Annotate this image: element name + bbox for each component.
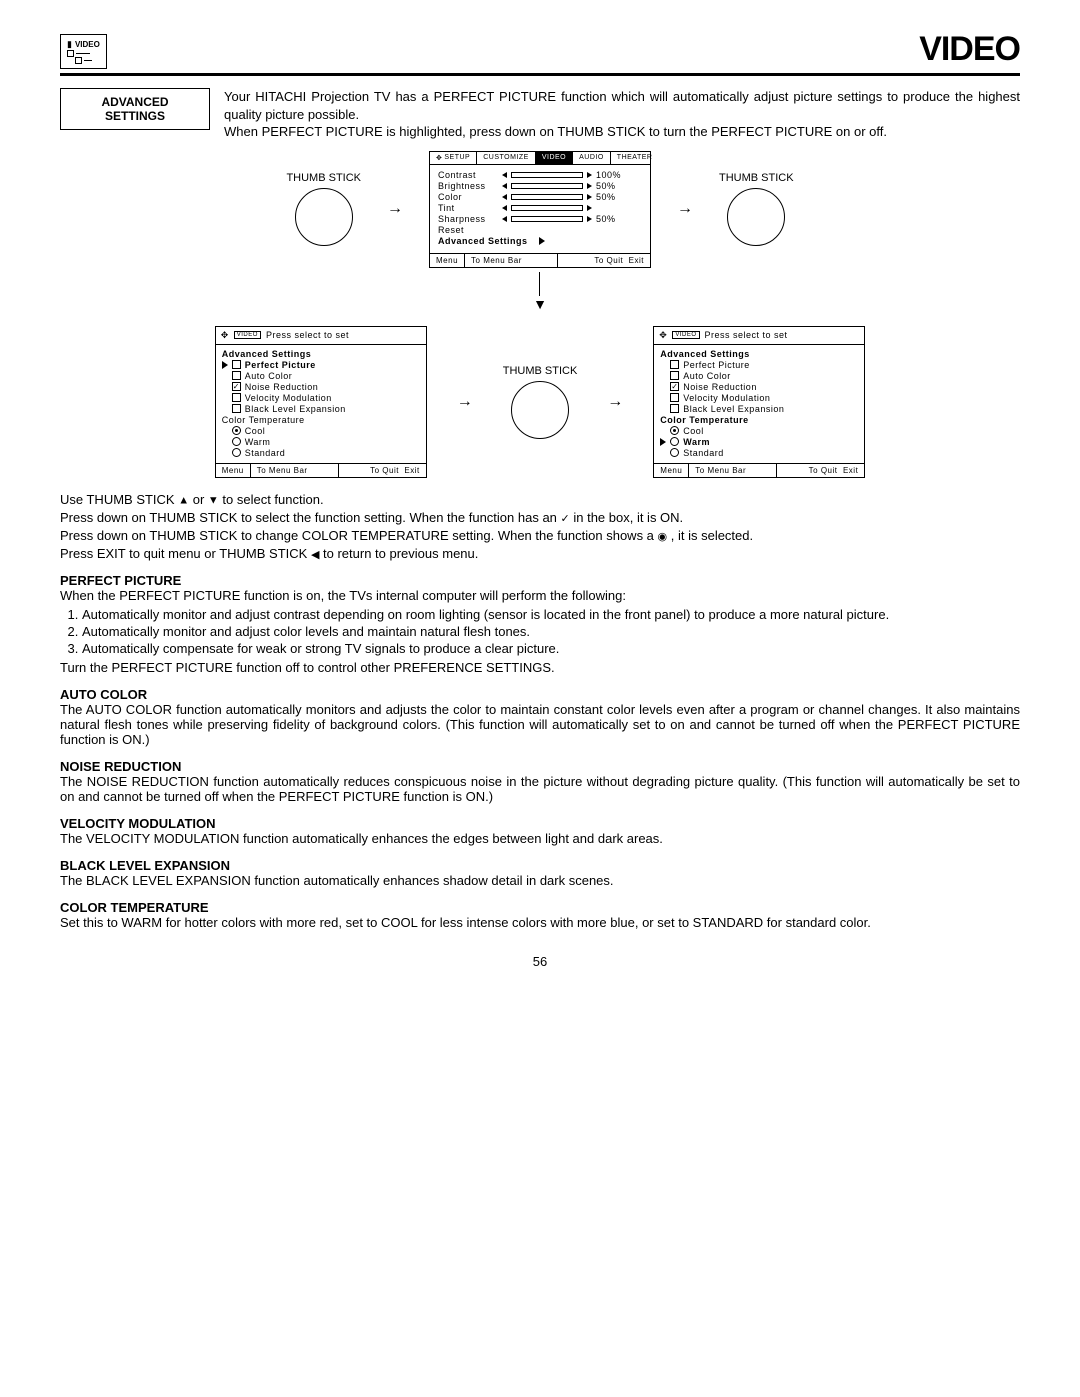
thumb-label-right-upper: THUMB STICK (719, 172, 794, 184)
radio-on-icon: ◉ (658, 531, 668, 543)
pp-list: Automatically monitor and adjust contras… (82, 607, 1020, 656)
ct-text: Set this to WARM for hotter colors with … (60, 915, 1020, 930)
instr-1: Use THUMB STICK ▲ or ▼ to select functio… (60, 492, 1020, 507)
nr-text: The NOISE REDUCTION function automatical… (60, 774, 1020, 804)
page-number: 56 (60, 954, 1020, 969)
arrow-down-icon: ▼ (533, 296, 547, 312)
section-title-ct: COLOR TEMPERATURE (60, 900, 1020, 915)
side-label-advanced-settings: ADVANCED SETTINGS (60, 88, 210, 130)
instr-2: Press down on THUMB STICK to select the … (60, 510, 1020, 525)
thumb-label-left-upper: THUMB STICK (286, 172, 361, 184)
vm-text: The VELOCITY MODULATION function automat… (60, 831, 1020, 846)
arrow-right-4: → (607, 393, 623, 411)
adv-panel-left: ✥ VIDEO Press select to set Advanced Set… (215, 326, 427, 478)
check-icon: ✓ (561, 513, 570, 525)
arrow-right-icon (539, 237, 545, 245)
thumbstick-icon (511, 381, 569, 439)
pp-lead: When the PERFECT PICTURE function is on,… (60, 588, 1020, 603)
diagram: THUMB STICK → ✥SETUP CUSTOMIZE VIDEO AUD… (60, 151, 1020, 478)
pp-after: Turn the PERFECT PICTURE function off to… (60, 660, 1020, 675)
ble-text: The BLACK LEVEL EXPANSION function autom… (60, 873, 1020, 888)
thumbstick-icon (727, 188, 785, 246)
instr-4: Press EXIT to quit menu or THUMB STICK ◀… (60, 546, 1020, 561)
arrow-right-1: → (387, 200, 403, 218)
adv-panel-right: ✥ VIDEO Press select to set Advanced Set… (653, 326, 865, 478)
down-triangle-icon: ▼ (208, 494, 219, 506)
ac-text: The AUTO COLOR function automatically mo… (60, 702, 1020, 747)
header-rule (60, 73, 1020, 76)
section-title-ble: BLACK LEVEL EXPANSION (60, 858, 1020, 873)
section-title-ac: AUTO COLOR (60, 687, 1020, 702)
arrow-right-2: → (677, 200, 693, 218)
header-video-icon: ▮ VIDEO (60, 34, 107, 69)
osd-panel: ✥SETUP CUSTOMIZE VIDEO AUDIO THEATER Con… (429, 151, 651, 268)
section-title-nr: NOISE REDUCTION (60, 759, 1020, 774)
intro-p2: When PERFECT PICTURE is highlighted, pre… (224, 124, 887, 139)
up-triangle-icon: ▲ (178, 494, 189, 506)
thumb-label-mid: THUMB STICK (503, 365, 578, 377)
section-title-vm: VELOCITY MODULATION (60, 816, 1020, 831)
section-title-pp: PERFECT PICTURE (60, 573, 1020, 588)
osd-tabs: ✥SETUP CUSTOMIZE VIDEO AUDIO THEATER (430, 152, 650, 165)
page-title: VIDEO (919, 30, 1020, 69)
arrow-right-3: → (457, 393, 473, 411)
instr-3: Press down on THUMB STICK to change COLO… (60, 528, 1020, 543)
intro-p1: Your HITACHI Projection TV has a PERFECT… (224, 89, 1020, 122)
thumbstick-icon (295, 188, 353, 246)
